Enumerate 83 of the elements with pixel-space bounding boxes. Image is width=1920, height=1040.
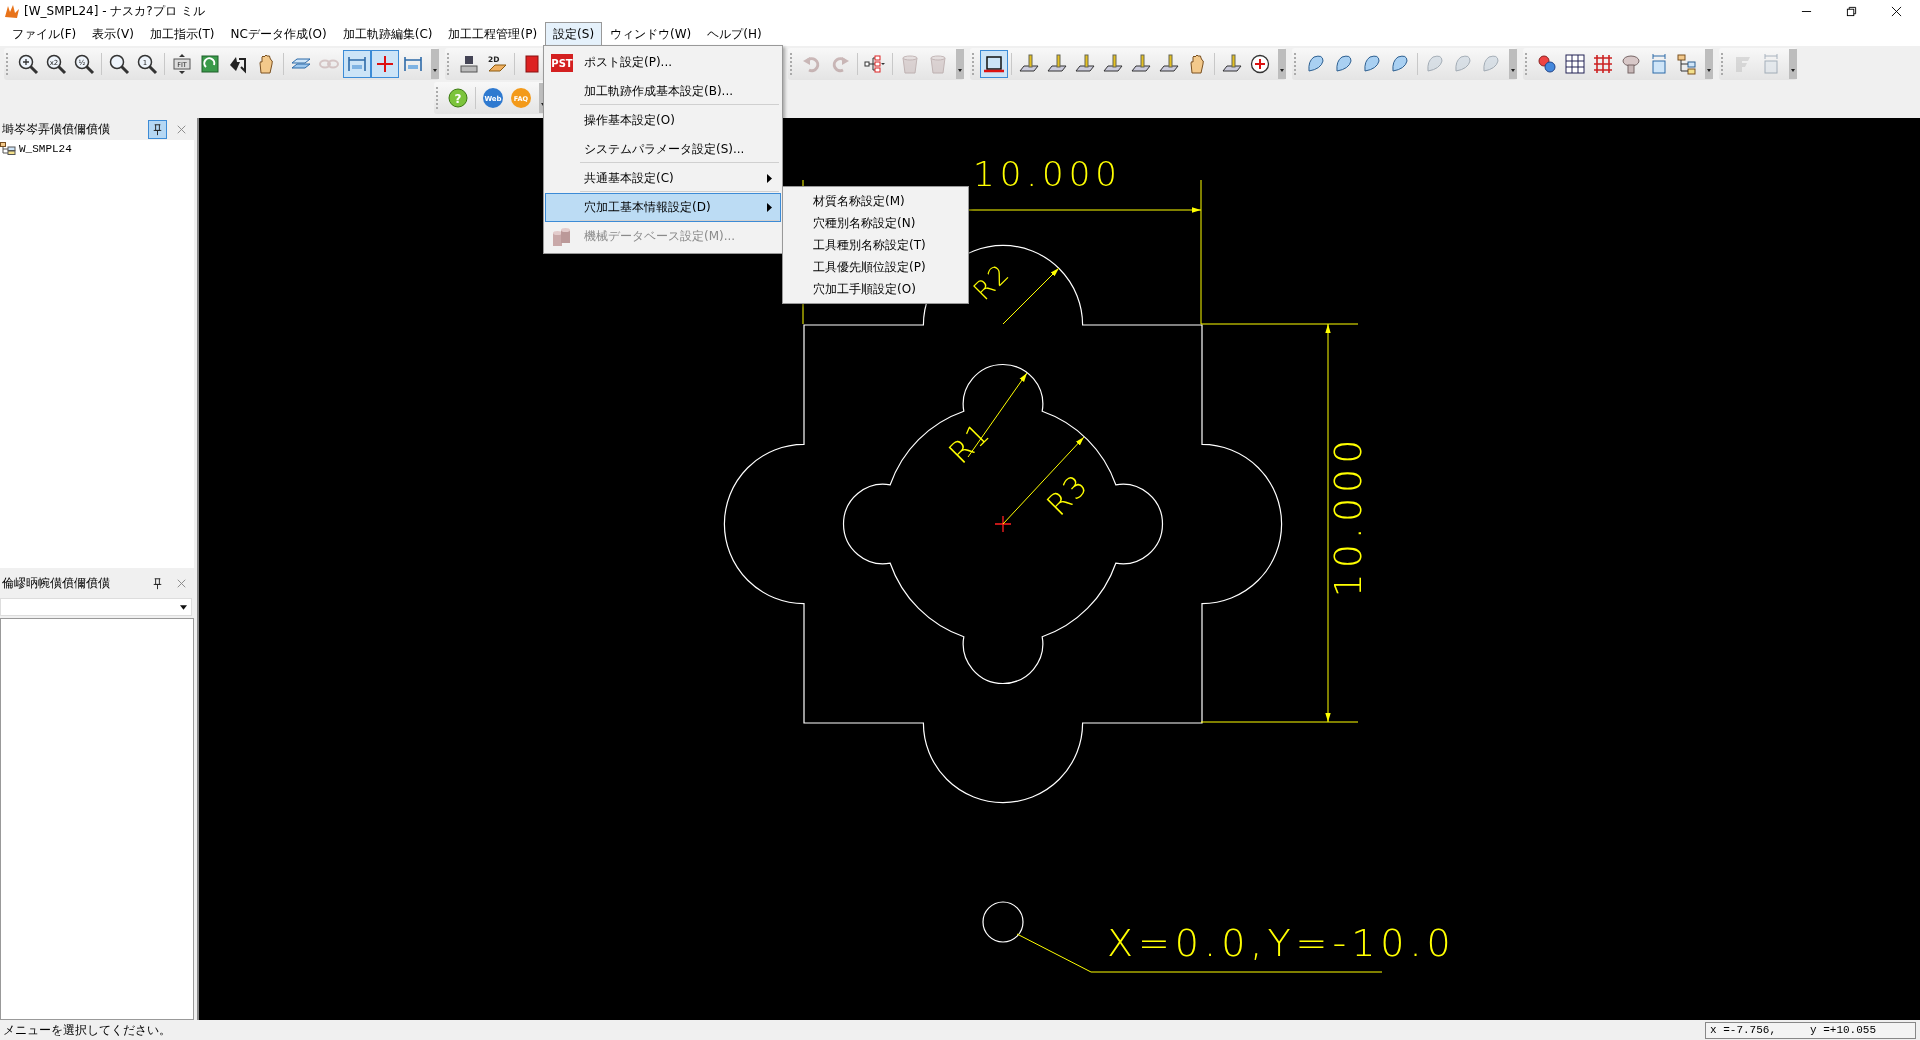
magnifier-icon (108, 53, 130, 75)
hierarchy-icon (864, 53, 886, 75)
shape-icon (1424, 53, 1446, 75)
tree-item[interactable]: W_SMPL24 (19, 143, 72, 155)
menu-item[interactable]: 穴加工手順設定(O) (783, 278, 968, 300)
refresh-icon (199, 53, 221, 75)
menu-item[interactable]: ヘルプ(H) (699, 21, 770, 47)
menu-item[interactable]: 表示(V) (84, 21, 142, 47)
tool-icon (1018, 53, 1040, 75)
menu-item[interactable]: 共通基本設定(C) (545, 164, 781, 193)
dot-grid-icon (1592, 53, 1614, 75)
menu-item[interactable]: 加工軌跡作成基本設定(B)... (545, 77, 781, 106)
menu-item[interactable]: 工具種別名称設定(T) (783, 234, 968, 256)
overflow-icon[interactable] (1509, 49, 1517, 79)
menu-item[interactable]: PST ポスト設定(P)... (545, 48, 781, 77)
rectangle-icon (983, 53, 1005, 75)
shape-icon (1361, 53, 1383, 75)
radius-label: R2 (967, 257, 1016, 306)
shape-icon (1389, 53, 1411, 75)
window-title: [W_SMPL24] - ナスカ?プロ ミル (24, 2, 205, 20)
bin-icon (927, 53, 949, 75)
menu-item[interactable]: 材質名称設定(M) (783, 190, 968, 212)
radius-label: R1 (941, 414, 998, 471)
shape-icon (1480, 53, 1502, 75)
pins-icon (1536, 53, 1558, 75)
tree-node-icon (0, 142, 16, 156)
center-mark (994, 515, 1012, 533)
radius-label: R3 (1039, 466, 1096, 523)
tool-icon (1158, 53, 1180, 75)
cylinders-icon (552, 226, 572, 247)
point-marker (982, 901, 1024, 943)
overflow-icon[interactable] (956, 49, 964, 79)
stamp-icon (1620, 53, 1642, 75)
overflow-icon[interactable] (1705, 49, 1713, 79)
crosshair-button[interactable] (371, 50, 399, 78)
overflow-icon[interactable] (431, 49, 439, 79)
tool-icon (1130, 53, 1152, 75)
menu-item[interactable]: システムパラメータ設定(S)... (545, 135, 781, 164)
tree-icon (1676, 53, 1698, 75)
x-coordinate: x =-7.756, (1710, 1024, 1776, 1036)
caret-icon (180, 604, 187, 610)
app-logo-icon (4, 3, 20, 19)
menu-item[interactable]: 操作基本設定(O) (545, 106, 781, 135)
shape-icon (1333, 53, 1355, 75)
submenu-arrow-icon (767, 203, 772, 212)
status-message: メニューを選択してください。 (3, 1021, 171, 1039)
zoom-in-icon (17, 53, 39, 75)
restore-icon[interactable] (1846, 5, 1857, 17)
tool-icon (1074, 53, 1096, 75)
post-icon: PST (551, 53, 573, 72)
panel-title: 倫嵺昞帵僙僨儞僨僙 (2, 574, 111, 592)
menu-item[interactable]: 加工指示(T) (141, 21, 223, 47)
overflow-icon[interactable] (1278, 49, 1286, 79)
menu-item[interactable]: 工具優先順位設定(P) (783, 256, 968, 278)
shape-icon (1452, 53, 1474, 75)
rectangle-button[interactable] (980, 50, 1008, 78)
dimension-value: 10.000 (1326, 434, 1370, 598)
tool-icon (1102, 53, 1124, 75)
crosshair-icon (374, 53, 396, 75)
table-icon (1564, 53, 1586, 75)
overflow-icon[interactable] (1789, 49, 1797, 79)
menu-item[interactable]: ファイル(F) (4, 21, 85, 47)
menu-item[interactable]: 穴加工基本情報設定(D) (545, 193, 781, 222)
machine-icon (458, 53, 480, 75)
panel-title: 塒岑岑弄僙僨儞僨僙 (2, 120, 111, 138)
shape-icon (1305, 53, 1327, 75)
menu-item[interactable]: ウィンドウ(W) (602, 21, 700, 47)
pin-icon[interactable] (148, 119, 167, 139)
y-coordinate: y =+10.055 (1810, 1024, 1877, 1036)
dropdown-field[interactable] (0, 598, 192, 616)
point-label: X=0.0,Y=-10.0 (1107, 921, 1456, 965)
menu-item[interactable]: 穴種別名称設定(N) (783, 212, 968, 234)
menu-item[interactable]: 加工工程管理(P) (440, 21, 546, 47)
circle-plus-icon (1249, 53, 1271, 75)
close-icon[interactable] (1891, 5, 1902, 17)
menu-item[interactable]: NCデータ作成(O) (222, 21, 335, 47)
tool-icon (1221, 53, 1243, 75)
submenu-arrow-icon (767, 174, 772, 183)
dimension-button[interactable] (343, 50, 371, 78)
tool-icon (1046, 53, 1068, 75)
dimension-value: 10.000 (973, 154, 1122, 194)
menu-item[interactable]: 加工軌跡編集(C) (334, 21, 441, 47)
bin-icon (899, 53, 921, 75)
